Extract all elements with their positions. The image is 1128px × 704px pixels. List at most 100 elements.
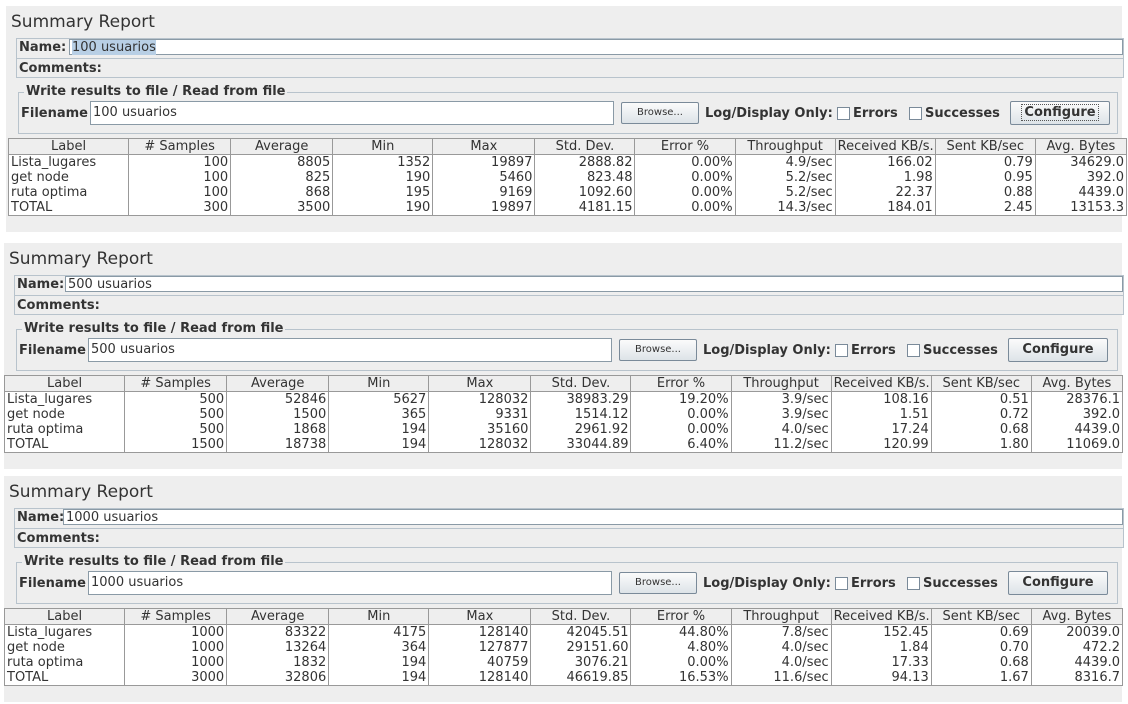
column-header[interactable]: Std. Dev. [530,375,632,392]
table-cell: 1.98 [834,170,936,185]
table-row[interactable]: ruta optima 100 868 195 9169 1092.60 0.00% 5.2/… [7,185,1128,200]
column-header[interactable]: Sent KB/sec [930,375,1032,392]
table-cell: 472.2 [1030,640,1124,655]
comments-label: Comments: [17,531,100,546]
table-row[interactable]: Lista_lugares 1000 83322 4175 128140 42045.51… [3,624,1124,640]
table-cell: 11.2/sec [730,437,832,453]
browse-button[interactable]: Browse... [619,572,697,594]
column-header[interactable]: Average [230,138,334,155]
table-row[interactable]: Lista_lugares 500 52846 5627 128032 38983.29 1… [3,391,1124,407]
column-header[interactable]: Received KB/s... [834,138,936,155]
column-header[interactable]: Received KB/s... [830,375,932,392]
table-row[interactable]: ruta optima 1000 1832 194 40759 3076.21 0.00% 4… [3,655,1124,670]
name-input[interactable]: 500 usuarios [65,276,1123,292]
column-header[interactable]: Sent KB/sec [930,608,1032,625]
table-row[interactable]: ruta optima 500 1868 194 35160 2961.92 0.00% 4.… [3,422,1124,437]
table-row[interactable]: get node 500 1500 365 9331 1514.12 0.00% 3.9/se… [3,407,1124,422]
comments-row[interactable]: Comments: [17,58,1123,77]
comments-row[interactable]: Comments: [15,528,1123,547]
row-label: ruta optima [7,185,130,200]
successes-checkbox[interactable] [907,344,920,357]
table-cell: 1352 [332,154,434,170]
column-header[interactable]: # Samples [128,138,232,155]
table-cell: 127877 [428,640,532,655]
table-header: Label # Samples Average Min Max Std. Dev. Erro… [3,608,1124,625]
column-header[interactable]: Min [328,608,430,625]
browse-button[interactable]: Browse... [621,102,699,124]
table-cell: 190 [332,200,434,216]
table-cell: 500 [124,407,228,422]
column-header[interactable]: Throughput [734,138,836,155]
successes-checkbox[interactable] [909,107,922,120]
table-cell: 17.33 [830,655,932,670]
name-input[interactable]: 1000 usuarios [63,509,1123,525]
comments-row[interactable]: Comments: [15,295,1123,314]
table-cell: 100 [128,170,232,185]
name-comments-box: Name: 1000 usuarios Comments: [14,508,1124,548]
column-header[interactable]: Max [428,375,532,392]
table-cell: 1000 [124,655,228,670]
column-header[interactable]: Average [226,608,330,625]
column-header[interactable]: Sent KB/sec [934,138,1036,155]
table-cell: 28376.1 [1030,391,1124,407]
table-row[interactable]: get node 100 825 190 5460 823.48 0.00% 5.2/sec 1… [7,170,1128,185]
table-cell: 0.51 [930,391,1032,407]
total-row[interactable]: TOTAL 1500 18738 194 128032 33044.89 6.40% 11.2… [3,437,1124,453]
row-label: get node [3,640,126,655]
configure-button[interactable]: Configure [1008,338,1108,362]
filename-input[interactable]: 1000 usuarios [88,571,612,595]
browse-button[interactable]: Browse... [619,339,697,361]
column-header[interactable]: Average [226,375,330,392]
table-cell: 32806 [226,670,330,686]
file-section-title: Write results to file / Read from file [22,554,286,569]
table-cell: 16.53% [630,670,732,686]
table-row[interactable]: get node 1000 13264 364 127877 29151.60 4.80% 4… [3,640,1124,655]
table-cell: 0.00% [634,185,736,200]
table-cell: 1868 [226,422,330,437]
table-cell: 0.72 [930,407,1032,422]
column-header[interactable]: Avg. Bytes [1034,138,1128,155]
configure-button[interactable]: Configure [1010,101,1110,125]
filename-input[interactable]: 100 usuarios [90,101,614,125]
errors-label: Errors [851,576,896,591]
column-header[interactable]: Label [3,375,126,392]
column-header[interactable]: Error % [630,608,732,625]
table-row[interactable]: Lista_lugares 100 8805 1352 19897 2888.82 0.00… [7,154,1128,170]
successes-checkbox[interactable] [907,577,920,590]
table-cell: 4.0/sec [730,640,832,655]
column-header[interactable]: Std. Dev. [534,138,636,155]
column-header[interactable]: Avg. Bytes [1030,608,1124,625]
column-header[interactable]: Std. Dev. [530,608,632,625]
column-header[interactable]: # Samples [124,608,228,625]
comments-label: Comments: [17,298,100,313]
filename-input[interactable]: 500 usuarios [88,338,612,362]
errors-checkbox[interactable] [837,107,850,120]
errors-checkbox[interactable] [835,577,848,590]
total-row[interactable]: TOTAL 3000 32806 194 128140 46619.85 16.53% 11.… [3,670,1124,686]
column-header[interactable]: Min [328,375,430,392]
row-label: Lista_lugares [3,624,126,640]
table-cell: 108.16 [830,391,932,407]
table-cell: 0.95 [934,170,1036,185]
total-row[interactable]: TOTAL 300 3500 190 19897 4181.15 0.00% 14.3/sec… [7,200,1128,216]
column-header[interactable]: Throughput [730,375,832,392]
column-header[interactable]: Max [428,608,532,625]
configure-button[interactable]: Configure [1008,571,1108,595]
column-header[interactable]: Label [7,138,130,155]
column-header[interactable]: Min [332,138,434,155]
row-label: get node [7,170,130,185]
column-header[interactable]: Avg. Bytes [1030,375,1124,392]
column-header[interactable]: Error % [630,375,732,392]
name-input[interactable]: 100 usuarios [69,39,1123,55]
name-input-value: 1000 usuarios [66,510,159,525]
column-header[interactable]: Label [3,608,126,625]
table-cell: 2888.82 [534,154,636,170]
column-header[interactable]: Throughput [730,608,832,625]
table-cell: 0.00% [630,407,732,422]
column-header[interactable]: # Samples [124,375,228,392]
column-header[interactable]: Max [432,138,536,155]
errors-checkbox[interactable] [835,344,848,357]
summary-report-panel: Summary Report Name: 500 usuarios Comments:… [3,243,1124,469]
column-header[interactable]: Received KB/s... [830,608,932,625]
column-header[interactable]: Error % [634,138,736,155]
